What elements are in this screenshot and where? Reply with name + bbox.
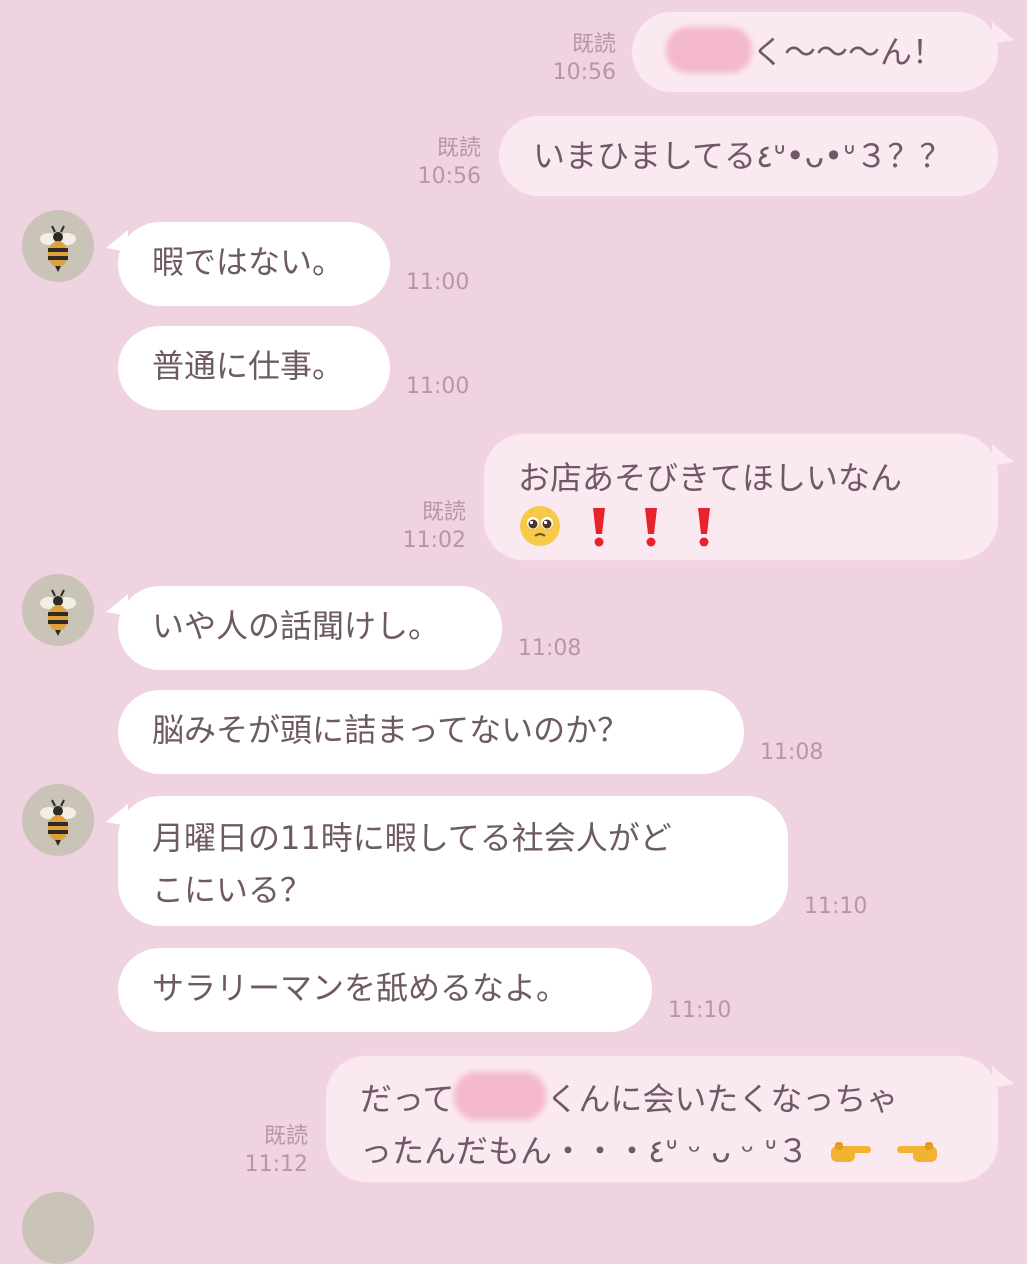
message-bubble[interactable]: 月曜日の11時に暇してる社会人がど こにいる？ [118,796,788,926]
message-text: お店あそびきてほしいなん [518,459,903,497]
bee-avatar-icon[interactable] [22,784,94,856]
message-text: いまひましてる٤ᐡ•ᴗ•ᐡ３？？ [533,137,952,175]
message-bubble[interactable]: く〜〜〜ん！ [630,10,1000,94]
message-bubble[interactable]: 暇ではない。 [118,222,390,306]
read-receipt: 既読 11:02 [402,500,466,553]
message-text: く〜〜〜ん！ [752,33,945,71]
message-bubble[interactable]: いまひましてる٤ᐡ•ᴗ•ᐡ３？？ [497,114,1000,198]
pointing-right-icon [831,1142,872,1162]
red-exclamation-icon [697,508,710,547]
timestamp: 11:10 [668,998,732,1023]
bee-avatar-icon[interactable] [22,210,94,282]
bee-avatar-icon[interactable] [22,1192,94,1264]
bubble-tail [992,444,1014,466]
message-bubble[interactable]: お店あそびきてほしいなん [482,432,1000,562]
message-bubble[interactable]: 脳みそが頭に詰まってないのか？ [118,690,744,774]
message-text: 脳みそが頭に詰まってないのか？ [152,711,630,749]
message-bubble[interactable]: いや人の話聞けし。 [118,586,502,670]
message-bubble[interactable]: サラリーマンを舐めるなよ。 [118,948,652,1032]
redacted-name [666,27,752,73]
message-text: 普通に仕事。 [152,347,345,385]
bubble-tail [992,1066,1014,1088]
message-text: 月曜日の11時に暇してる社会人がど [152,819,672,857]
message-bubble[interactable]: 普通に仕事。 [118,326,390,410]
timestamp: 11:00 [406,374,470,399]
timestamp: 11:00 [406,270,470,295]
timestamp: 11:08 [760,740,824,765]
message-text: サラリーマンを舐めるなよ。 [152,969,569,1007]
pleading-face-icon [520,506,560,546]
bee-avatar-icon[interactable] [22,574,94,646]
bubble-tail [992,22,1014,44]
timestamp: 11:08 [518,636,582,661]
message-bubble[interactable]: だって くんに会いたくなっちゃ ったんだもん・・・٤ᐡ ᵕ ᴗ ᵕ ᐡ３ [324,1054,1000,1184]
read-receipt: 既読 11:12 [244,1124,308,1177]
message-text: こにいる？ [152,871,313,909]
emoji-row [518,504,964,557]
message-text: ったんだもん・・・٤ᐡ ᵕ ᴗ ᵕ ᐡ３ [360,1125,964,1177]
message-text: だって くんに会いたくなっちゃ [360,1072,964,1125]
pointing-left-icon [897,1142,938,1162]
read-receipt: 既読 10:56 [552,32,616,85]
red-exclamation-icon [593,508,606,547]
read-receipt: 既読 10:56 [417,136,481,189]
message-text: いや人の話聞けし。 [152,607,441,645]
timestamp: 11:10 [804,894,868,919]
redacted-name [454,1072,547,1120]
red-exclamation-icon [645,508,658,547]
message-text: 暇ではない。 [152,243,345,281]
